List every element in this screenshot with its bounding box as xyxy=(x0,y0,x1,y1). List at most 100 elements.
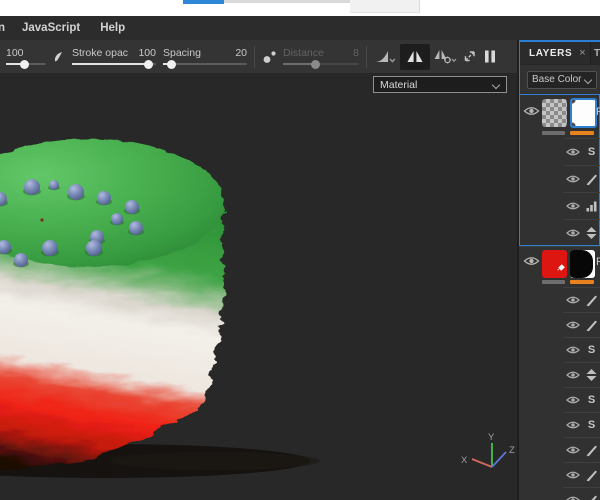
layer-group-2-header[interactable]: P xyxy=(519,247,600,279)
layer-effect-row-s[interactable]: S xyxy=(563,412,600,437)
visibility-eye-icon[interactable] xyxy=(566,147,580,157)
s-effect-icon: S xyxy=(587,393,596,406)
menubar: n JavaScript Help xyxy=(0,16,600,41)
gray-opacity-bar[interactable] xyxy=(542,280,565,284)
layer-effect-row-s[interactable]: S xyxy=(563,387,600,412)
flip-effect-icon xyxy=(585,368,598,382)
layer-mask-thumbnail-black[interactable] xyxy=(570,250,595,278)
panel-tabbar: LAYERS × T xyxy=(519,42,600,65)
visibility-eye-icon[interactable] xyxy=(566,420,580,430)
pen-effect-icon xyxy=(585,469,598,482)
channel-dropdown[interactable]: Base Color xyxy=(527,70,597,89)
layers-panel: LAYERS × T Base Color P xyxy=(519,40,600,500)
stroke-opacity-group: Stroke opac 100 xyxy=(72,47,156,69)
spacing-value[interactable]: 20 xyxy=(235,48,247,59)
channel-dropdown-value: Base Color xyxy=(532,74,582,85)
layers-list: P S xyxy=(519,94,600,500)
layer-effect-row-s[interactable]: S xyxy=(563,337,600,362)
brush-falloff-icon[interactable] xyxy=(52,50,66,64)
stroke-opacity-slider[interactable] xyxy=(72,59,156,69)
layer-effect-row-pen[interactable] xyxy=(563,287,600,312)
layer-group-1-header[interactable]: P xyxy=(519,94,600,130)
falloff-curve-icon[interactable] xyxy=(374,49,396,65)
layer-mask-thumbnail-selected[interactable] xyxy=(570,98,597,128)
scatter-dots-icon[interactable] xyxy=(262,49,277,65)
layer-name-fragment: P xyxy=(596,256,600,268)
layer-group-1[interactable]: P S xyxy=(519,94,600,246)
layer-effects-list: SSS xyxy=(519,287,600,500)
3d-viewport[interactable]: X Y Z Material xyxy=(0,73,517,500)
menu-item-help[interactable]: Help xyxy=(100,22,125,34)
stroke-opacity-value[interactable]: 100 xyxy=(138,48,156,59)
size-value[interactable]: 100 xyxy=(6,48,24,59)
visibility-eye-icon[interactable] xyxy=(566,470,580,480)
material-dropdown[interactable]: Material xyxy=(373,76,507,93)
axis-y-label: Y xyxy=(488,432,495,443)
visibility-eye-icon[interactable] xyxy=(566,370,580,380)
stroke-opacity-label: Stroke opac xyxy=(72,47,129,59)
close-tab-icon[interactable]: × xyxy=(579,47,585,59)
distance-slider xyxy=(283,59,359,69)
layer-effect-row-s[interactable]: S xyxy=(563,138,600,165)
pen-effect-icon xyxy=(585,294,598,307)
toolbar-divider xyxy=(254,45,255,68)
visibility-eye-icon[interactable] xyxy=(566,320,580,330)
chevron-down-icon xyxy=(493,81,500,88)
app-window: n JavaScript Help 100 Stroke opac 100 Sp… xyxy=(0,0,600,500)
visibility-eye-icon[interactable] xyxy=(523,254,540,272)
pen-effect-icon xyxy=(585,319,598,332)
layer-effect-row-pen[interactable] xyxy=(563,165,600,192)
pen-effect-icon xyxy=(585,173,598,186)
fill-cursor-icon xyxy=(556,259,566,277)
visibility-eye-icon[interactable] xyxy=(566,228,580,238)
browser-strip xyxy=(0,0,600,16)
axis-x-label: X xyxy=(461,455,468,466)
visibility-eye-icon[interactable] xyxy=(566,174,580,184)
layer-content-thumbnail[interactable] xyxy=(542,99,567,127)
gray-opacity-bar[interactable] xyxy=(542,131,565,135)
distance-label: Distance xyxy=(283,47,324,59)
spacing-slider[interactable] xyxy=(163,59,247,69)
mirror-symmetry-settings-icon[interactable] xyxy=(433,49,457,65)
toolbar-divider xyxy=(366,45,367,68)
tab-layers[interactable]: LAYERS xyxy=(529,48,572,59)
transform-arrows-icon[interactable] xyxy=(461,49,478,64)
mirror-symmetry-button[interactable] xyxy=(400,43,430,70)
visibility-eye-icon[interactable] xyxy=(566,445,580,455)
viewport-3d-render[interactable]: X Y Z xyxy=(0,73,517,500)
pause-icon[interactable] xyxy=(484,50,496,63)
spacing-label: Spacing xyxy=(163,47,201,59)
s-effect-icon: S xyxy=(587,418,596,431)
brush-toolbar: 100 Stroke opac 100 Spacing 20 Distance … xyxy=(0,40,519,73)
layer-effect-row-flip[interactable] xyxy=(563,362,600,387)
pen-effect-icon xyxy=(585,444,598,457)
layer-effect-row-flip[interactable] xyxy=(563,219,600,246)
layer-opacity-bars xyxy=(519,279,600,287)
layer-effect-row-levels[interactable] xyxy=(563,192,600,219)
layer-group-2[interactable]: P SSS xyxy=(519,246,600,500)
layer-effects-list: S xyxy=(519,138,600,246)
visibility-eye-icon[interactable] xyxy=(566,345,580,355)
layer-effect-row-pen[interactable] xyxy=(563,312,600,337)
layer-name-fragment: P xyxy=(596,106,600,118)
menu-item-javascript[interactable]: JavaScript xyxy=(22,22,80,34)
layer-content-thumbnail-red[interactable] xyxy=(542,250,567,278)
visibility-eye-icon[interactable] xyxy=(566,201,580,211)
visibility-eye-icon[interactable] xyxy=(566,395,580,405)
orange-channel-bar[interactable] xyxy=(570,131,594,135)
tab-next-fragment[interactable]: T xyxy=(590,42,600,64)
distance-value: 8 xyxy=(353,47,359,59)
distance-group: Distance 8 xyxy=(283,47,359,69)
orange-channel-bar[interactable] xyxy=(570,280,594,284)
layer-effect-row-pen[interactable] xyxy=(563,462,600,487)
s-effect-icon: S xyxy=(587,145,596,158)
visibility-eye-icon[interactable] xyxy=(523,104,540,122)
visibility-eye-icon[interactable] xyxy=(566,295,580,305)
layer-effect-row-pen[interactable] xyxy=(563,487,600,500)
flip-effect-icon xyxy=(585,226,598,240)
visibility-eye-icon[interactable] xyxy=(566,495,580,500)
size-slider[interactable] xyxy=(6,59,46,69)
layer-effect-row-pen[interactable] xyxy=(563,437,600,462)
menu-item-clipped[interactable]: n xyxy=(0,22,8,34)
spacing-group: Spacing 20 xyxy=(163,47,247,69)
